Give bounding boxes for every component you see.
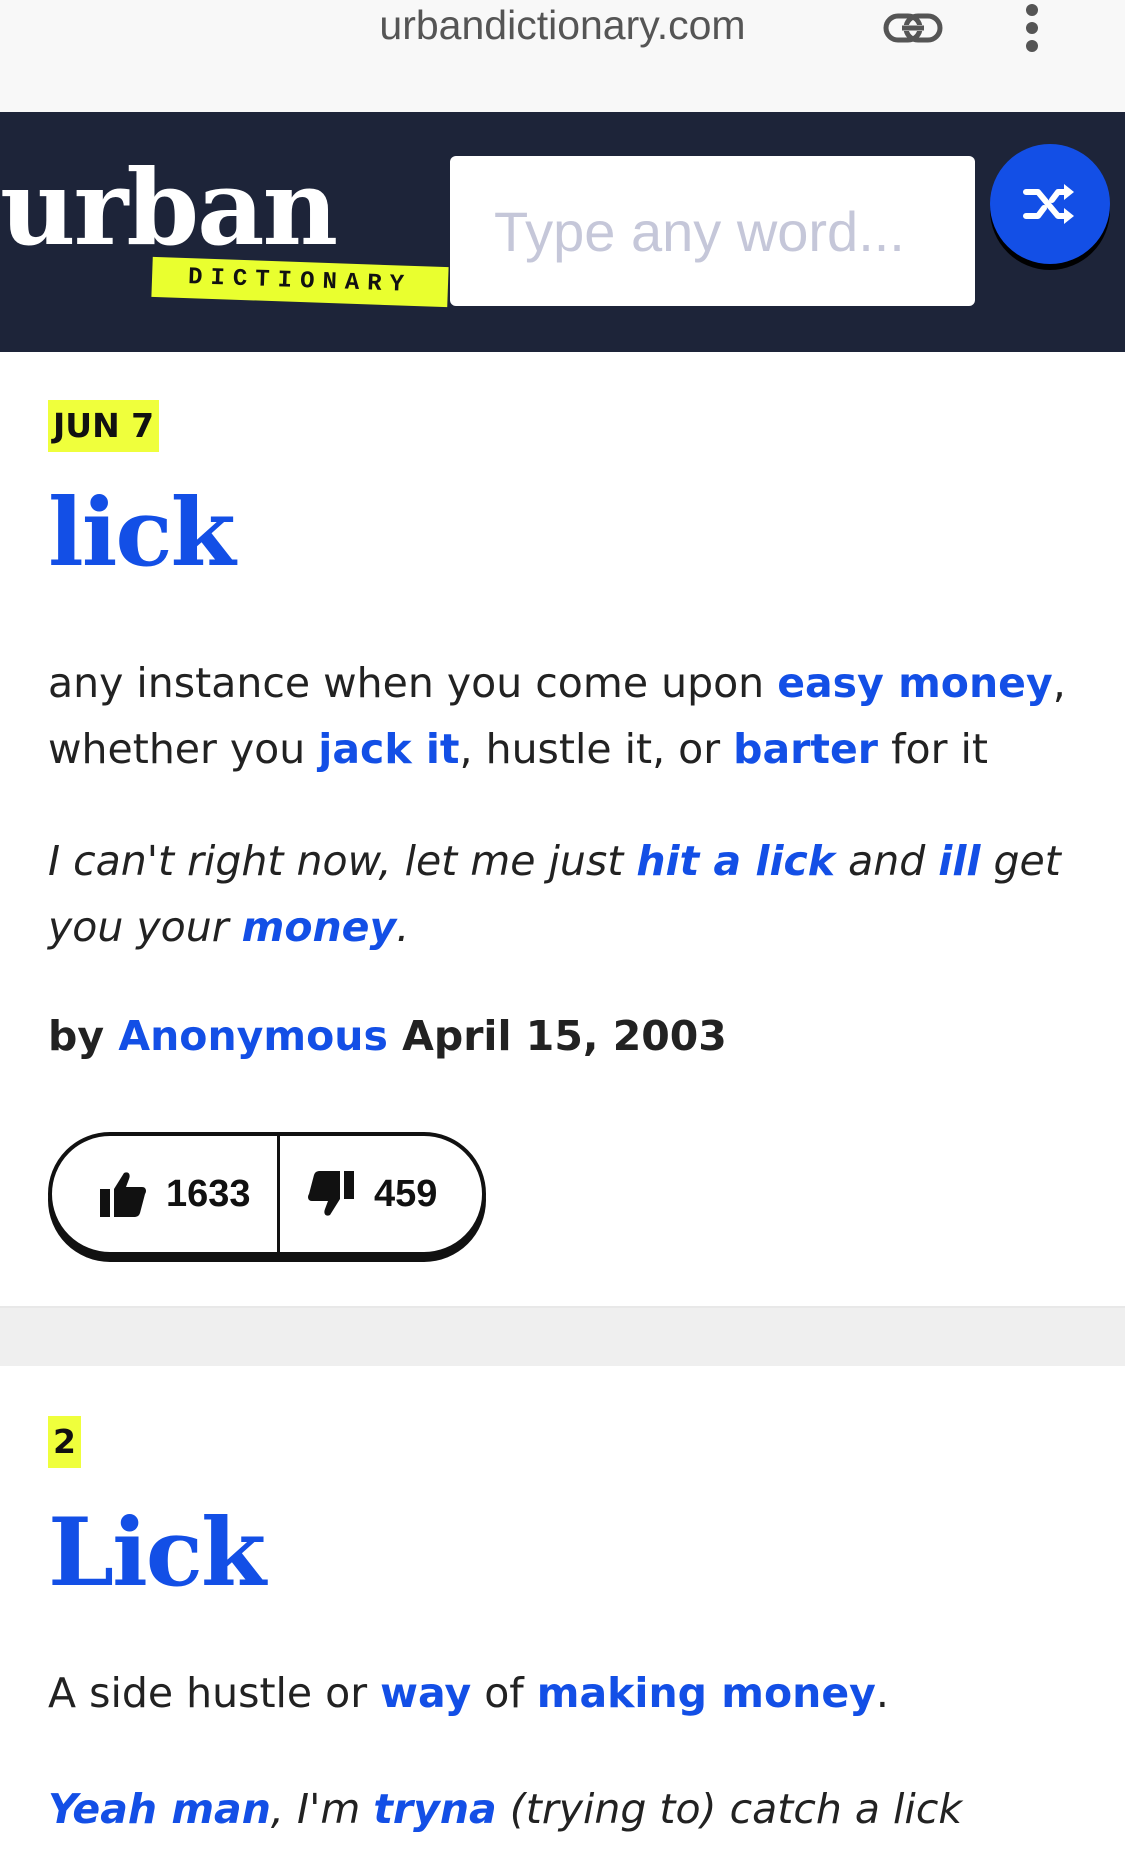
definition-example: I can't right now, let me just hit a lic… (48, 828, 1068, 960)
urban-dictionary-logo[interactable]: urban DICTIONARY (0, 146, 449, 322)
search-input[interactable] (450, 156, 975, 306)
example-text: and (835, 837, 939, 885)
example-link[interactable]: hit a lick (636, 837, 835, 885)
thumbs-down-icon (308, 1171, 354, 1216)
example-text: , I'm (270, 1785, 374, 1833)
definition-word[interactable]: lick (48, 486, 236, 580)
meaning-text: A side hustle or (48, 1669, 381, 1717)
example-link[interactable]: tryna (373, 1785, 496, 1833)
example-link[interactable]: money (242, 903, 397, 951)
meaning-text: . (875, 1669, 889, 1717)
upvote-count: 1633 (166, 1172, 251, 1215)
card-separator (0, 1308, 1125, 1366)
meaning-text: any instance when you come upon (48, 659, 778, 707)
by-label: by (48, 1012, 105, 1060)
definition-meaning: A side hustle or way of making money. (48, 1660, 1068, 1726)
example-link[interactable]: ill (938, 837, 980, 885)
shuffle-icon (1023, 184, 1074, 224)
meaning-text: , hustle it, or (459, 725, 734, 773)
example-text: . (396, 903, 410, 951)
meaning-link[interactable]: jack it (318, 725, 459, 773)
example-text: I can't right now, let me just (48, 837, 637, 885)
thumbs-up-icon (100, 1172, 146, 1217)
more-menu-icon[interactable] (1014, 2, 1050, 54)
downvote-count: 459 (374, 1172, 438, 1215)
definition-example: Yeah man, I'm tryna (trying to) catch a … (48, 1776, 1068, 1858)
author-link[interactable]: Anonymous (118, 1012, 387, 1060)
random-word-button[interactable] (990, 144, 1110, 264)
meaning-text: for it (878, 725, 988, 773)
site-header: urban DICTIONARY (0, 112, 1125, 352)
definition-date: April 15, 2003 (402, 1012, 727, 1060)
browser-url-bar: urbandictionary.com (0, 0, 1125, 112)
contributor-line: by Anonymous April 15, 2003 (48, 1012, 727, 1060)
word-of-day-badge: JUN 7 (48, 400, 160, 452)
rank-badge: 2 (48, 1416, 81, 1468)
logo-word: urban (0, 146, 338, 269)
logo-tag-text: DICTIONARY (187, 264, 413, 299)
logo-tag: DICTIONARY (151, 256, 449, 308)
upvote-button[interactable]: 1633 (52, 1136, 280, 1252)
url-text[interactable]: urbandictionary.com (0, 2, 1125, 49)
meaning-text: of (471, 1669, 537, 1717)
downvote-button[interactable]: 459 (280, 1136, 437, 1252)
meaning-link[interactable]: making money (537, 1669, 876, 1717)
meaning-link[interactable]: easy money (777, 659, 1053, 707)
definition-card: JUN 7 lick any instance when you come up… (0, 352, 1125, 1308)
definition-word[interactable]: Lick (48, 1506, 266, 1600)
vote-buttons: 1633 459 (48, 1132, 486, 1256)
definition-meaning: any instance when you come upon easy mon… (48, 650, 1068, 782)
example-text: (trying to) catch a lick (496, 1785, 963, 1833)
definition-card: 2 Lick A side hustle or way of making mo… (0, 1366, 1125, 1858)
meaning-link[interactable]: barter (733, 725, 878, 773)
link-icon[interactable] (882, 6, 946, 54)
meaning-link[interactable]: way (380, 1669, 471, 1717)
example-link[interactable]: Yeah man (48, 1785, 271, 1833)
example-link[interactable]: right (48, 1851, 160, 1858)
